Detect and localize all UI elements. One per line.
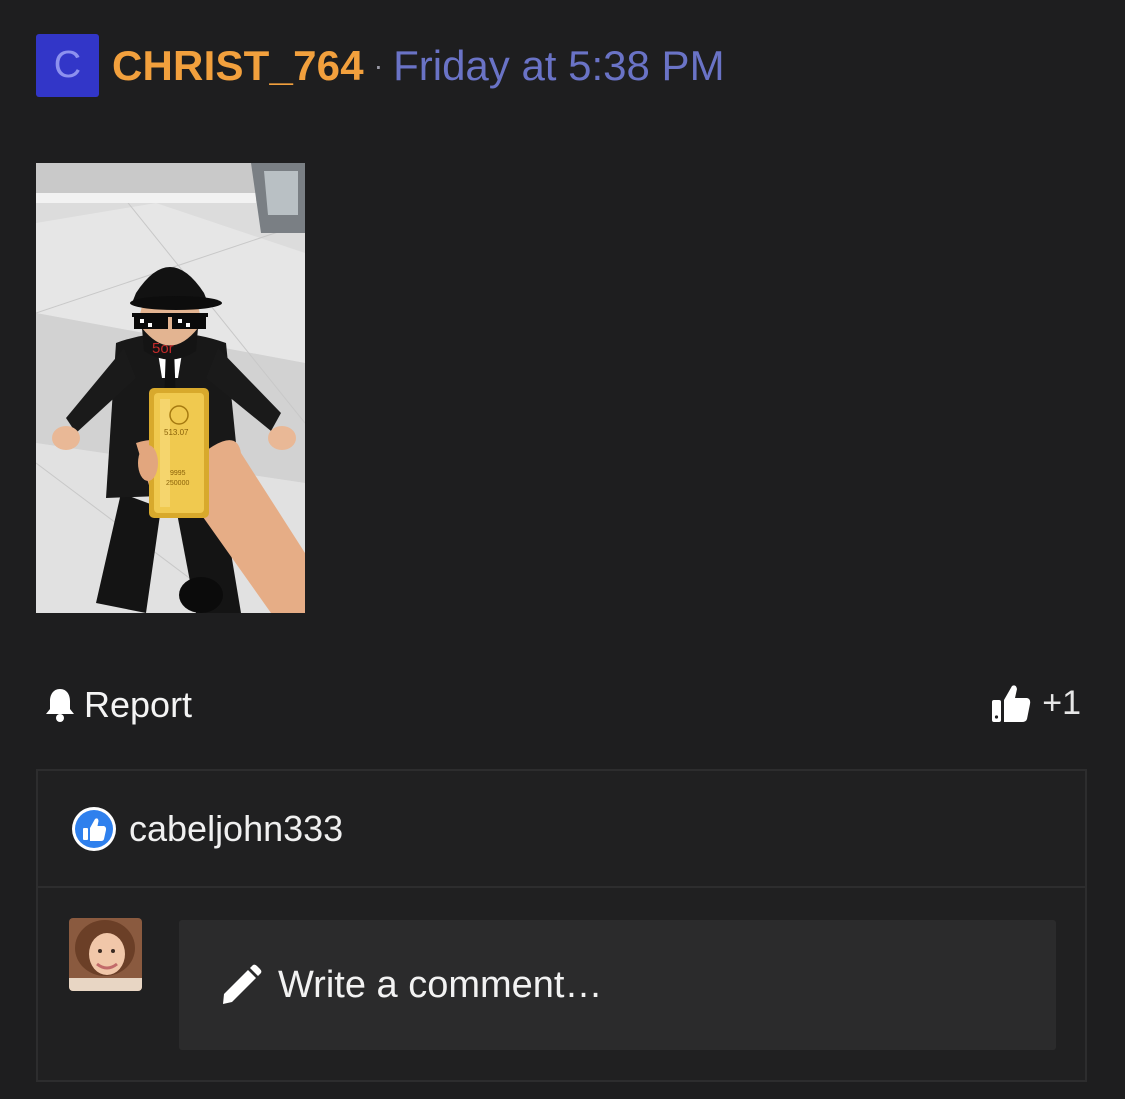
post-timestamp[interactable]: Friday at 5:38 PM xyxy=(393,42,724,90)
reactions-row: cabeljohn333 xyxy=(38,771,1085,888)
like-count: +1 xyxy=(1042,683,1081,722)
like-badge-icon xyxy=(72,806,116,851)
pencil-icon xyxy=(223,964,262,1004)
bar-text-2: 9995 xyxy=(170,470,186,477)
comment-composer: Write a comment… xyxy=(38,888,1085,1080)
post-container: C CHRIST_764 · Friday at 5:38 PM 5or 513… xyxy=(0,0,1125,1099)
author-avatar[interactable]: C xyxy=(36,34,99,97)
bar-text-3: 250000 xyxy=(166,480,189,487)
report-label: Report xyxy=(84,684,193,725)
bar-text-1: 513.07 xyxy=(164,428,189,437)
liker-username[interactable]: cabeljohn333 xyxy=(129,808,343,850)
bell-icon xyxy=(46,689,74,722)
comment-placeholder: Write a comment… xyxy=(278,963,603,1006)
current-user-avatar[interactable] xyxy=(69,918,142,991)
mask-text: 5or xyxy=(152,340,174,357)
post-image[interactable]: 5or 513.07 9995 250000 xyxy=(36,163,305,613)
comment-input[interactable]: Write a comment… xyxy=(179,920,1056,1050)
author-initial: C xyxy=(53,44,82,86)
comments-panel: cabeljohn333 Write a comment… xyxy=(36,769,1087,1082)
user-photo xyxy=(69,918,142,991)
post-header: C CHRIST_764 · Friday at 5:38 PM xyxy=(36,34,725,97)
report-button[interactable]: Report xyxy=(44,684,192,726)
thumbs-up-icon xyxy=(992,685,1031,722)
like-button[interactable]: +1 xyxy=(990,682,1081,724)
author-name[interactable]: CHRIST_764 xyxy=(112,42,364,90)
header-separator: · xyxy=(373,49,384,81)
post-image-illustration: 5or 513.07 9995 250000 xyxy=(36,163,305,613)
